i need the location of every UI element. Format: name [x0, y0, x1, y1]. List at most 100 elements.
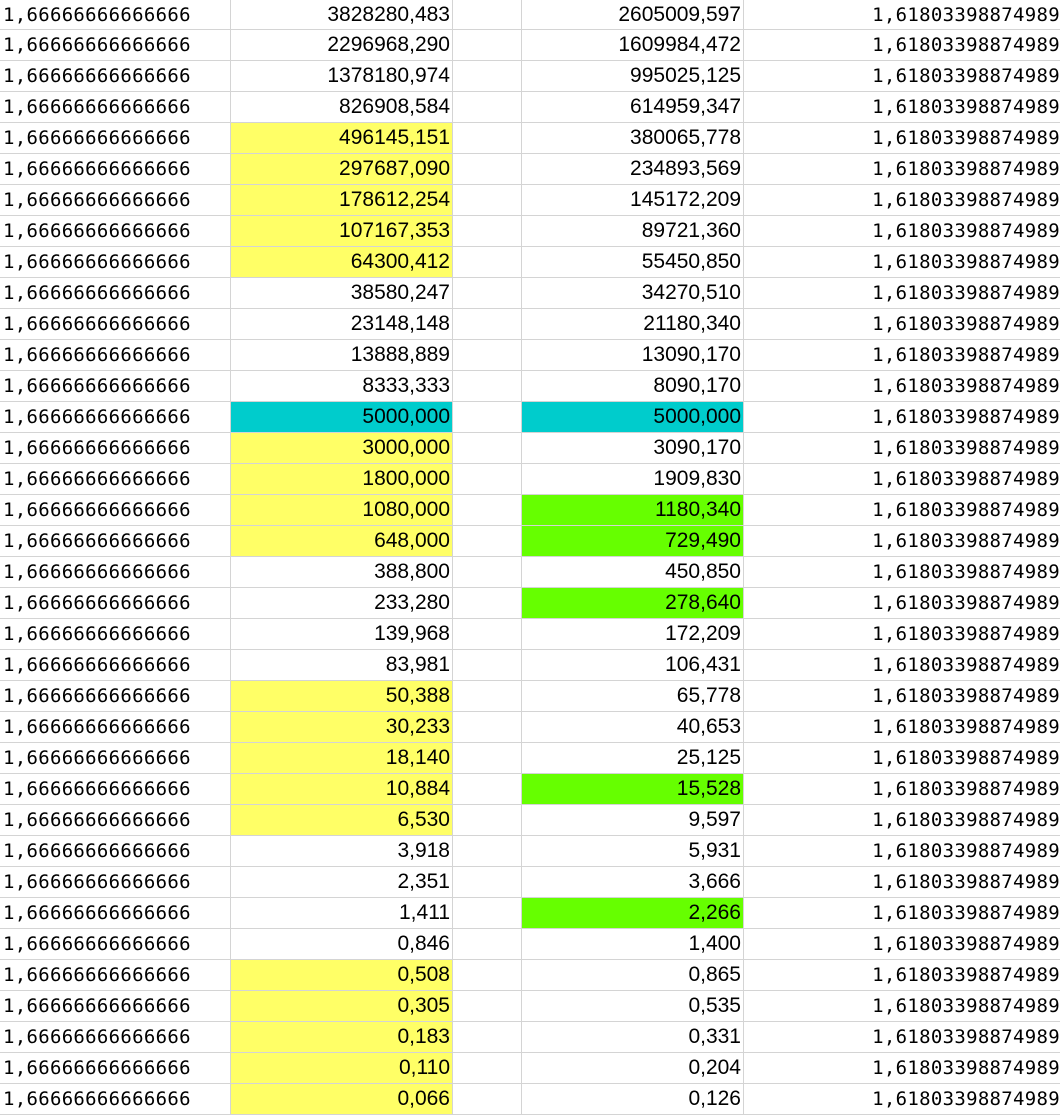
- cell-empty[interactable]: [453, 774, 522, 805]
- cell-empty[interactable]: [453, 216, 522, 247]
- cell-ratio-a[interactable]: 1,66666666666666: [0, 681, 231, 712]
- cell-ratio-b[interactable]: 1,61803398874989: [744, 340, 1060, 371]
- cell-series-a[interactable]: 233,280: [231, 588, 453, 619]
- cell-empty[interactable]: [453, 340, 522, 371]
- cell-ratio-b[interactable]: 1,61803398874989: [744, 619, 1060, 650]
- cell-series-a[interactable]: 0,110: [231, 1053, 453, 1084]
- cell-empty[interactable]: [453, 92, 522, 123]
- cell-series-b[interactable]: 0,331: [522, 1022, 744, 1053]
- cell-series-a[interactable]: 18,140: [231, 743, 453, 774]
- cell-ratio-a[interactable]: 1,66666666666666: [0, 526, 231, 557]
- cell-series-a[interactable]: 648,000: [231, 526, 453, 557]
- cell-empty[interactable]: [453, 526, 522, 557]
- cell-ratio-a[interactable]: 1,66666666666666: [0, 588, 231, 619]
- cell-series-b[interactable]: 172,209: [522, 619, 744, 650]
- cell-ratio-a[interactable]: 1,66666666666666: [0, 92, 231, 123]
- cell-ratio-b[interactable]: 1,61803398874989: [744, 0, 1060, 30]
- cell-series-a[interactable]: 23148,148: [231, 309, 453, 340]
- cell-series-b[interactable]: 1909,830: [522, 464, 744, 495]
- cell-ratio-a[interactable]: 1,66666666666666: [0, 30, 231, 61]
- cell-ratio-b[interactable]: 1,61803398874989: [744, 929, 1060, 960]
- cell-empty[interactable]: [453, 123, 522, 154]
- cell-ratio-b[interactable]: 1,61803398874989: [744, 588, 1060, 619]
- cell-series-a[interactable]: 64300,412: [231, 247, 453, 278]
- cell-series-b[interactable]: 8090,170: [522, 371, 744, 402]
- cell-empty[interactable]: [453, 898, 522, 929]
- cell-series-a[interactable]: 139,968: [231, 619, 453, 650]
- cell-series-a[interactable]: 1800,000: [231, 464, 453, 495]
- cell-series-b[interactable]: 729,490: [522, 526, 744, 557]
- cell-empty[interactable]: [453, 991, 522, 1022]
- cell-ratio-b[interactable]: 1,61803398874989: [744, 185, 1060, 216]
- cell-empty[interactable]: [453, 0, 522, 30]
- cell-ratio-b[interactable]: 1,61803398874989: [744, 1022, 1060, 1053]
- cell-ratio-a[interactable]: 1,66666666666666: [0, 1022, 231, 1053]
- cell-series-a[interactable]: 3000,000: [231, 433, 453, 464]
- cell-series-a[interactable]: 496145,151: [231, 123, 453, 154]
- cell-ratio-b[interactable]: 1,61803398874989: [744, 681, 1060, 712]
- cell-series-b[interactable]: 106,431: [522, 650, 744, 681]
- cell-series-b[interactable]: 25,125: [522, 743, 744, 774]
- cell-series-b[interactable]: 380065,778: [522, 123, 744, 154]
- cell-ratio-b[interactable]: 1,61803398874989: [744, 557, 1060, 588]
- cell-series-b[interactable]: 1,400: [522, 929, 744, 960]
- cell-series-a[interactable]: 0,066: [231, 1084, 453, 1115]
- cell-ratio-a[interactable]: 1,66666666666666: [0, 898, 231, 929]
- cell-ratio-b[interactable]: 1,61803398874989: [744, 1053, 1060, 1084]
- cell-series-b[interactable]: 1609984,472: [522, 30, 744, 61]
- cell-ratio-a[interactable]: 1,66666666666666: [0, 340, 231, 371]
- cell-ratio-b[interactable]: 1,61803398874989: [744, 1084, 1060, 1115]
- cell-series-b[interactable]: 34270,510: [522, 278, 744, 309]
- cell-series-a[interactable]: 83,981: [231, 650, 453, 681]
- cell-empty[interactable]: [453, 681, 522, 712]
- cell-series-a[interactable]: 3828280,483: [231, 0, 453, 30]
- cell-ratio-b[interactable]: 1,61803398874989: [744, 433, 1060, 464]
- cell-empty[interactable]: [453, 433, 522, 464]
- cell-ratio-b[interactable]: 1,61803398874989: [744, 464, 1060, 495]
- cell-ratio-b[interactable]: 1,61803398874989: [744, 154, 1060, 185]
- cell-empty[interactable]: [453, 588, 522, 619]
- cell-ratio-b[interactable]: 1,61803398874989: [744, 371, 1060, 402]
- cell-ratio-a[interactable]: 1,66666666666666: [0, 495, 231, 526]
- cell-ratio-b[interactable]: 1,61803398874989: [744, 898, 1060, 929]
- cell-series-b[interactable]: 278,640: [522, 588, 744, 619]
- cell-ratio-a[interactable]: 1,66666666666666: [0, 402, 231, 433]
- cell-series-b[interactable]: 5,931: [522, 836, 744, 867]
- cell-empty[interactable]: [453, 650, 522, 681]
- cell-series-a[interactable]: 38580,247: [231, 278, 453, 309]
- cell-ratio-a[interactable]: 1,66666666666666: [0, 464, 231, 495]
- cell-series-b[interactable]: 3090,170: [522, 433, 744, 464]
- cell-ratio-b[interactable]: 1,61803398874989: [744, 278, 1060, 309]
- cell-series-a[interactable]: 388,800: [231, 557, 453, 588]
- cell-series-a[interactable]: 50,388: [231, 681, 453, 712]
- cell-empty[interactable]: [453, 309, 522, 340]
- cell-empty[interactable]: [453, 185, 522, 216]
- cell-ratio-a[interactable]: 1,66666666666666: [0, 61, 231, 92]
- cell-empty[interactable]: [453, 743, 522, 774]
- cell-ratio-a[interactable]: 1,66666666666666: [0, 650, 231, 681]
- cell-series-a[interactable]: 5000,000: [231, 402, 453, 433]
- cell-series-b[interactable]: 0,126: [522, 1084, 744, 1115]
- cell-ratio-a[interactable]: 1,66666666666666: [0, 216, 231, 247]
- cell-series-b[interactable]: 0,535: [522, 991, 744, 1022]
- cell-series-a[interactable]: 30,233: [231, 712, 453, 743]
- cell-series-b[interactable]: 1180,340: [522, 495, 744, 526]
- cell-ratio-a[interactable]: 1,66666666666666: [0, 836, 231, 867]
- cell-empty[interactable]: [453, 30, 522, 61]
- cell-series-b[interactable]: 0,204: [522, 1053, 744, 1084]
- cell-empty[interactable]: [453, 464, 522, 495]
- cell-series-b[interactable]: 234893,569: [522, 154, 744, 185]
- cell-ratio-a[interactable]: 1,66666666666666: [0, 371, 231, 402]
- cell-ratio-a[interactable]: 1,66666666666666: [0, 185, 231, 216]
- cell-ratio-a[interactable]: 1,66666666666666: [0, 867, 231, 898]
- cell-ratio-b[interactable]: 1,61803398874989: [744, 774, 1060, 805]
- cell-ratio-b[interactable]: 1,61803398874989: [744, 247, 1060, 278]
- cell-series-a[interactable]: 297687,090: [231, 154, 453, 185]
- cell-ratio-a[interactable]: 1,66666666666666: [0, 309, 231, 340]
- cell-series-a[interactable]: 3,918: [231, 836, 453, 867]
- cell-empty[interactable]: [453, 929, 522, 960]
- cell-ratio-b[interactable]: 1,61803398874989: [744, 960, 1060, 991]
- cell-empty[interactable]: [453, 836, 522, 867]
- cell-ratio-b[interactable]: 1,61803398874989: [744, 123, 1060, 154]
- cell-series-a[interactable]: 0,508: [231, 960, 453, 991]
